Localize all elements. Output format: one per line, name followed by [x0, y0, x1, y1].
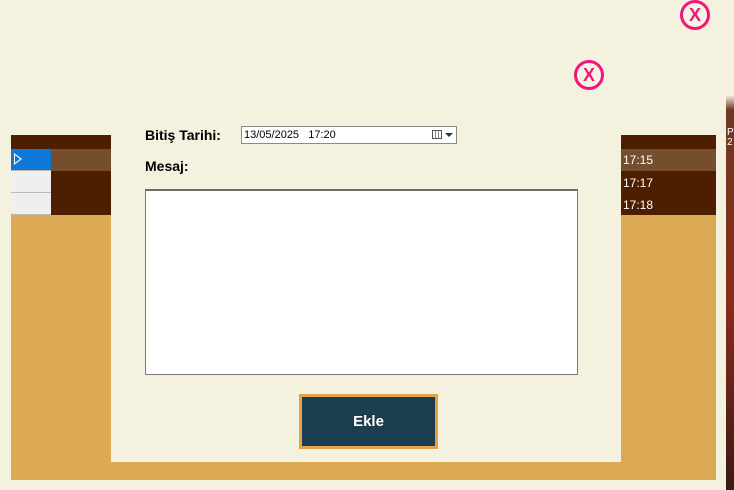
chevron-down-icon[interactable]: [445, 133, 453, 137]
end-date-picker[interactable]: 13/05/2025 17:20: [241, 126, 457, 144]
current-row-arrow-inner: [15, 155, 20, 163]
bottom-strip: [0, 480, 726, 490]
row-header[interactable]: [11, 193, 51, 215]
calendar-icon[interactable]: [432, 130, 442, 139]
add-button[interactable]: Ekle: [299, 394, 438, 449]
grid-time-cell: 17:18: [623, 198, 654, 212]
background-window-edge-text: P 2: [727, 127, 734, 148]
close-icon[interactable]: X: [680, 0, 710, 30]
grid-time-cell: 17:15: [623, 153, 654, 167]
grid-time-cell: 17:17: [623, 176, 654, 190]
end-date-label: Bitiş Tarihi:: [145, 127, 221, 143]
end-date-value: 13/05/2025 17:20: [244, 129, 336, 141]
close-glyph: X: [688, 5, 701, 25]
close-icon[interactable]: X: [574, 60, 604, 90]
message-textarea[interactable]: [145, 189, 578, 375]
message-label: Mesaj:: [145, 158, 189, 174]
row-header[interactable]: [11, 171, 51, 193]
close-glyph: X: [582, 65, 595, 85]
background-window-edge: [726, 0, 734, 490]
